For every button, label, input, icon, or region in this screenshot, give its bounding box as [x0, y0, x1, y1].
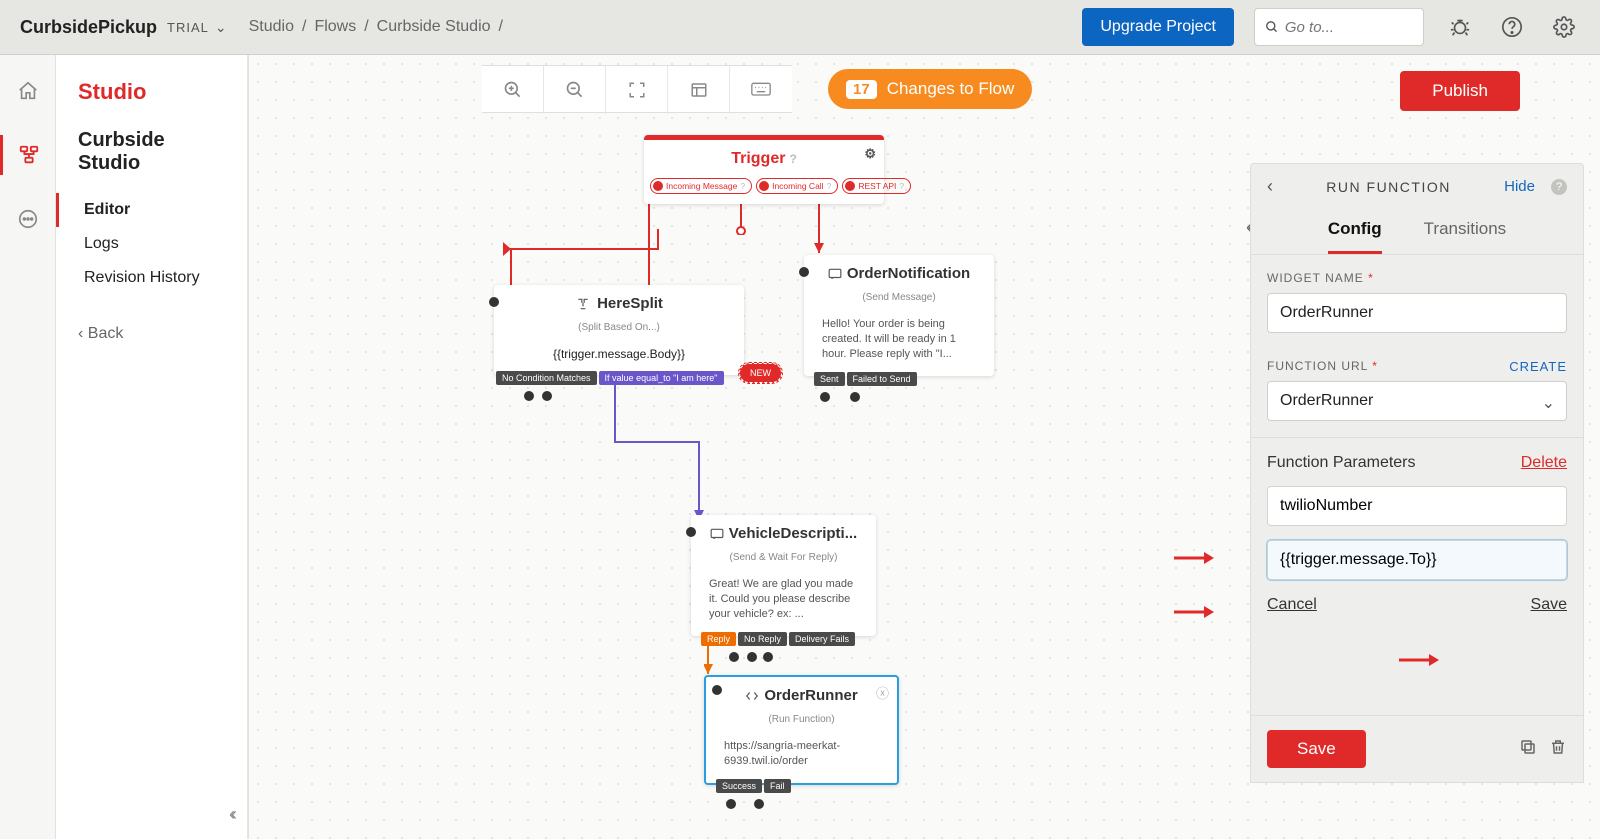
create-link[interactable]: CREATE — [1509, 359, 1567, 374]
new-badge[interactable]: NEW — [739, 363, 782, 383]
close-icon[interactable]: ⓧ — [876, 683, 889, 702]
transition-tag[interactable]: Sent — [814, 372, 845, 386]
settings-icon[interactable] — [1548, 11, 1580, 43]
heresplit-node[interactable]: HereSplit (Split Based On...) {{trigger.… — [494, 285, 744, 375]
transition-tag[interactable]: Delivery Fails — [789, 632, 855, 646]
crumb-sep: / — [364, 18, 368, 36]
params-title: Function Parameters — [1267, 454, 1416, 472]
params-delete[interactable]: Delete — [1521, 454, 1567, 472]
changes-pill[interactable]: 17 Changes to Flow — [828, 69, 1032, 109]
trigger-pill[interactable]: REST API? — [842, 178, 911, 194]
nav-editor[interactable]: Editor — [56, 193, 247, 227]
help-icon[interactable] — [1496, 11, 1528, 43]
widget-name-input[interactable] — [1267, 293, 1567, 333]
transition-tag[interactable]: Fail — [764, 779, 791, 793]
panel-back-icon[interactable]: ‹ — [1267, 176, 1273, 197]
search-box[interactable] — [1254, 8, 1424, 46]
nav-back[interactable]: ‹ Back — [56, 295, 247, 373]
project-name[interactable]: CurbsidePickup — [20, 17, 157, 38]
fit-icon[interactable] — [606, 66, 668, 114]
flow-canvas[interactable]: 17 Changes to Flow Publish Trigger ? ⚙ I… — [248, 55, 1600, 839]
crumb-flows[interactable]: Flows — [314, 18, 356, 36]
save-button[interactable]: Save — [1267, 730, 1366, 768]
code-icon — [745, 689, 759, 703]
side-nav: Studio Curbside Studio Editor Logs Revis… — [56, 55, 248, 839]
transition-tag[interactable]: No Reply — [738, 632, 787, 646]
collapse-sidenav-icon[interactable]: ‹‹ — [229, 804, 233, 825]
trash-icon[interactable] — [1549, 738, 1567, 761]
rail-studio-icon[interactable] — [0, 135, 56, 175]
debug-icon[interactable] — [1444, 11, 1476, 43]
nav-revision[interactable]: Revision History — [56, 261, 247, 295]
tab-transitions[interactable]: Transitions — [1424, 209, 1507, 254]
ordernotification-node[interactable]: OrderNotification (Send Message) Hello! … — [804, 255, 994, 376]
function-url-select[interactable] — [1267, 381, 1567, 421]
panel-title: RUN FUNCTION — [1285, 179, 1492, 195]
split-icon — [575, 297, 591, 311]
panel-hide[interactable]: Hide — [1504, 178, 1535, 195]
duplicate-icon[interactable] — [1519, 738, 1537, 761]
trigger-gear-icon[interactable]: ⚙ — [864, 146, 876, 162]
message-icon — [710, 528, 724, 540]
param-value-input[interactable] — [1267, 540, 1567, 580]
icon-rail — [0, 55, 56, 839]
transition-tag[interactable]: No Condition Matches — [496, 371, 597, 385]
function-url-label: FUNCTION URL — [1267, 359, 1368, 373]
trigger-node[interactable]: Trigger ? ⚙ Incoming Message? Incoming C… — [644, 135, 884, 204]
panel-hint-icon[interactable]: ? — [1551, 179, 1567, 195]
trigger-title: Trigger — [731, 150, 785, 168]
trigger-pill[interactable]: Incoming Message? — [650, 178, 752, 194]
chevron-down-icon[interactable]: ⌄ — [1542, 393, 1555, 413]
search-input[interactable] — [1285, 19, 1413, 36]
sidenav-title[interactable]: Studio — [56, 79, 247, 129]
message-icon — [828, 268, 842, 280]
zoom-in-icon[interactable] — [482, 66, 544, 114]
nav-logs[interactable]: Logs — [56, 227, 247, 261]
crumb-flow[interactable]: Curbside Studio — [377, 18, 491, 36]
trigger-pill[interactable]: Incoming Call? — [756, 178, 838, 194]
rail-more-icon[interactable] — [0, 199, 56, 239]
canvas-toolbar: 17 Changes to Flow — [482, 65, 1032, 113]
publish-button[interactable]: Publish — [1400, 71, 1520, 111]
plan-badge: TRIAL — [167, 20, 209, 35]
param-key-input[interactable] — [1267, 486, 1567, 526]
params-save[interactable]: Save — [1531, 596, 1567, 614]
tab-config[interactable]: Config — [1328, 209, 1382, 254]
transition-tag[interactable]: Failed to Send — [847, 372, 917, 386]
crumb-sep: / — [302, 18, 306, 36]
layout-icon[interactable] — [668, 66, 730, 114]
sidenav-flow-name: Curbside Studio — [56, 129, 247, 193]
transition-tag[interactable]: Success — [716, 779, 762, 793]
transition-tag[interactable]: If value equal_to "I am here" — [599, 371, 724, 385]
crumb-studio[interactable]: Studio — [249, 18, 294, 36]
vehicledesc-node[interactable]: VehicleDescripti... (Send & Wait For Rep… — [691, 515, 876, 636]
search-icon — [1265, 19, 1279, 35]
orderrunner-node[interactable]: ⓧ OrderRunner (Run Function) https://san… — [704, 675, 899, 785]
info-icon: ? — [789, 152, 796, 166]
project-chevron-icon[interactable]: ⌄ — [215, 19, 227, 36]
changes-count: 17 — [846, 80, 877, 99]
zoom-out-icon[interactable] — [544, 66, 606, 114]
config-panel: ‹ RUN FUNCTION Hide ? Config Transitions… — [1250, 163, 1584, 783]
params-cancel[interactable]: Cancel — [1267, 596, 1317, 614]
changes-label: Changes to Flow — [887, 79, 1015, 99]
widget-name-label: WIDGET NAME — [1267, 271, 1364, 285]
crumb-sep: / — [499, 18, 503, 36]
rail-home-icon[interactable] — [0, 71, 56, 111]
top-bar: CurbsidePickup TRIAL ⌄ Studio / Flows / … — [0, 0, 1600, 55]
upgrade-button[interactable]: Upgrade Project — [1082, 8, 1234, 46]
transition-tag[interactable]: Reply — [701, 632, 736, 646]
keyboard-icon[interactable] — [730, 66, 792, 114]
